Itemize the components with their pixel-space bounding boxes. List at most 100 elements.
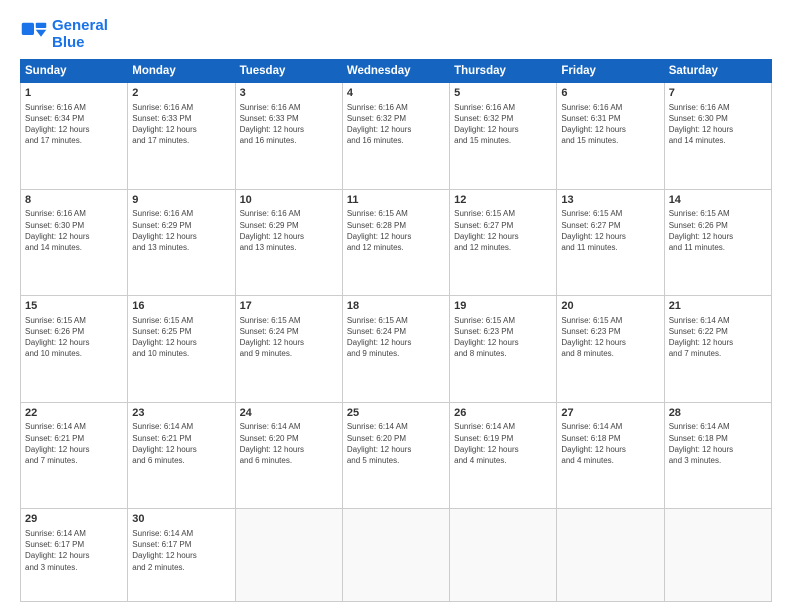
day-cell: 26Sunrise: 6:14 AM Sunset: 6:19 PM Dayli… — [450, 402, 557, 509]
day-cell: 5Sunrise: 6:16 AM Sunset: 6:32 PM Daylig… — [450, 83, 557, 190]
day-info: Sunrise: 6:15 AM Sunset: 6:23 PM Dayligh… — [561, 315, 659, 360]
day-info: Sunrise: 6:16 AM Sunset: 6:29 PM Dayligh… — [240, 208, 338, 253]
day-number: 23 — [132, 406, 230, 421]
day-number: 18 — [347, 299, 445, 314]
day-cell — [664, 509, 771, 602]
day-info: Sunrise: 6:16 AM Sunset: 6:30 PM Dayligh… — [25, 208, 123, 253]
day-number: 20 — [561, 299, 659, 314]
logo-icon — [20, 21, 48, 49]
day-info: Sunrise: 6:15 AM Sunset: 6:27 PM Dayligh… — [454, 208, 552, 253]
logo-text: General Blue — [52, 18, 108, 51]
day-number: 10 — [240, 193, 338, 208]
day-cell: 3Sunrise: 6:16 AM Sunset: 6:33 PM Daylig… — [235, 83, 342, 190]
header-wednesday: Wednesday — [342, 60, 449, 83]
header-thursday: Thursday — [450, 60, 557, 83]
day-cell — [557, 509, 664, 602]
day-info: Sunrise: 6:15 AM Sunset: 6:24 PM Dayligh… — [347, 315, 445, 360]
week-row-1: 1Sunrise: 6:16 AM Sunset: 6:34 PM Daylig… — [21, 83, 772, 190]
day-cell: 19Sunrise: 6:15 AM Sunset: 6:23 PM Dayli… — [450, 296, 557, 403]
day-cell: 24Sunrise: 6:14 AM Sunset: 6:20 PM Dayli… — [235, 402, 342, 509]
day-cell: 15Sunrise: 6:15 AM Sunset: 6:26 PM Dayli… — [21, 296, 128, 403]
day-cell — [450, 509, 557, 602]
day-number: 9 — [132, 193, 230, 208]
day-cell: 23Sunrise: 6:14 AM Sunset: 6:21 PM Dayli… — [128, 402, 235, 509]
day-number: 16 — [132, 299, 230, 314]
day-cell: 28Sunrise: 6:14 AM Sunset: 6:18 PM Dayli… — [664, 402, 771, 509]
day-info: Sunrise: 6:14 AM Sunset: 6:17 PM Dayligh… — [25, 528, 123, 573]
weekday-header-row: Sunday Monday Tuesday Wednesday Thursday… — [21, 60, 772, 83]
day-cell: 16Sunrise: 6:15 AM Sunset: 6:25 PM Dayli… — [128, 296, 235, 403]
day-info: Sunrise: 6:14 AM Sunset: 6:19 PM Dayligh… — [454, 421, 552, 466]
week-row-3: 15Sunrise: 6:15 AM Sunset: 6:26 PM Dayli… — [21, 296, 772, 403]
day-info: Sunrise: 6:14 AM Sunset: 6:21 PM Dayligh… — [25, 421, 123, 466]
day-number: 7 — [669, 86, 767, 101]
day-info: Sunrise: 6:16 AM Sunset: 6:34 PM Dayligh… — [25, 102, 123, 147]
day-info: Sunrise: 6:16 AM Sunset: 6:30 PM Dayligh… — [669, 102, 767, 147]
day-number: 12 — [454, 193, 552, 208]
day-cell: 20Sunrise: 6:15 AM Sunset: 6:23 PM Dayli… — [557, 296, 664, 403]
day-cell: 29Sunrise: 6:14 AM Sunset: 6:17 PM Dayli… — [21, 509, 128, 602]
header-saturday: Saturday — [664, 60, 771, 83]
day-info: Sunrise: 6:15 AM Sunset: 6:27 PM Dayligh… — [561, 208, 659, 253]
day-number: 4 — [347, 86, 445, 101]
day-info: Sunrise: 6:14 AM Sunset: 6:22 PM Dayligh… — [669, 315, 767, 360]
day-info: Sunrise: 6:16 AM Sunset: 6:32 PM Dayligh… — [454, 102, 552, 147]
day-number: 6 — [561, 86, 659, 101]
week-row-5: 29Sunrise: 6:14 AM Sunset: 6:17 PM Dayli… — [21, 509, 772, 602]
day-info: Sunrise: 6:16 AM Sunset: 6:32 PM Dayligh… — [347, 102, 445, 147]
day-number: 25 — [347, 406, 445, 421]
day-info: Sunrise: 6:14 AM Sunset: 6:20 PM Dayligh… — [240, 421, 338, 466]
calendar-table: Sunday Monday Tuesday Wednesday Thursday… — [20, 59, 772, 602]
day-info: Sunrise: 6:15 AM Sunset: 6:24 PM Dayligh… — [240, 315, 338, 360]
day-cell: 30Sunrise: 6:14 AM Sunset: 6:17 PM Dayli… — [128, 509, 235, 602]
day-info: Sunrise: 6:15 AM Sunset: 6:26 PM Dayligh… — [669, 208, 767, 253]
day-cell: 27Sunrise: 6:14 AM Sunset: 6:18 PM Dayli… — [557, 402, 664, 509]
day-number: 15 — [25, 299, 123, 314]
day-number: 17 — [240, 299, 338, 314]
day-cell: 22Sunrise: 6:14 AM Sunset: 6:21 PM Dayli… — [21, 402, 128, 509]
header-tuesday: Tuesday — [235, 60, 342, 83]
day-cell: 12Sunrise: 6:15 AM Sunset: 6:27 PM Dayli… — [450, 189, 557, 296]
week-row-4: 22Sunrise: 6:14 AM Sunset: 6:21 PM Dayli… — [21, 402, 772, 509]
day-cell — [342, 509, 449, 602]
day-cell: 13Sunrise: 6:15 AM Sunset: 6:27 PM Dayli… — [557, 189, 664, 296]
day-info: Sunrise: 6:15 AM Sunset: 6:28 PM Dayligh… — [347, 208, 445, 253]
header: General Blue — [20, 18, 772, 51]
day-cell: 9Sunrise: 6:16 AM Sunset: 6:29 PM Daylig… — [128, 189, 235, 296]
day-number: 26 — [454, 406, 552, 421]
day-number: 24 — [240, 406, 338, 421]
day-number: 28 — [669, 406, 767, 421]
day-number: 27 — [561, 406, 659, 421]
day-number: 22 — [25, 406, 123, 421]
day-info: Sunrise: 6:14 AM Sunset: 6:17 PM Dayligh… — [132, 528, 230, 573]
day-info: Sunrise: 6:14 AM Sunset: 6:21 PM Dayligh… — [132, 421, 230, 466]
day-number: 29 — [25, 512, 123, 527]
day-number: 1 — [25, 86, 123, 101]
day-cell: 21Sunrise: 6:14 AM Sunset: 6:22 PM Dayli… — [664, 296, 771, 403]
day-cell: 14Sunrise: 6:15 AM Sunset: 6:26 PM Dayli… — [664, 189, 771, 296]
day-cell: 10Sunrise: 6:16 AM Sunset: 6:29 PM Dayli… — [235, 189, 342, 296]
day-number: 30 — [132, 512, 230, 527]
day-cell — [235, 509, 342, 602]
day-info: Sunrise: 6:14 AM Sunset: 6:20 PM Dayligh… — [347, 421, 445, 466]
day-info: Sunrise: 6:14 AM Sunset: 6:18 PM Dayligh… — [669, 421, 767, 466]
day-info: Sunrise: 6:15 AM Sunset: 6:25 PM Dayligh… — [132, 315, 230, 360]
day-cell: 8Sunrise: 6:16 AM Sunset: 6:30 PM Daylig… — [21, 189, 128, 296]
day-number: 3 — [240, 86, 338, 101]
day-cell: 6Sunrise: 6:16 AM Sunset: 6:31 PM Daylig… — [557, 83, 664, 190]
day-info: Sunrise: 6:16 AM Sunset: 6:33 PM Dayligh… — [132, 102, 230, 147]
day-info: Sunrise: 6:15 AM Sunset: 6:26 PM Dayligh… — [25, 315, 123, 360]
day-number: 19 — [454, 299, 552, 314]
day-number: 13 — [561, 193, 659, 208]
header-friday: Friday — [557, 60, 664, 83]
day-info: Sunrise: 6:14 AM Sunset: 6:18 PM Dayligh… — [561, 421, 659, 466]
day-cell: 7Sunrise: 6:16 AM Sunset: 6:30 PM Daylig… — [664, 83, 771, 190]
day-cell: 4Sunrise: 6:16 AM Sunset: 6:32 PM Daylig… — [342, 83, 449, 190]
page: General Blue Sunday Monday Tuesday Wedne… — [0, 0, 792, 612]
day-cell: 1Sunrise: 6:16 AM Sunset: 6:34 PM Daylig… — [21, 83, 128, 190]
day-info: Sunrise: 6:15 AM Sunset: 6:23 PM Dayligh… — [454, 315, 552, 360]
day-number: 21 — [669, 299, 767, 314]
header-monday: Monday — [128, 60, 235, 83]
day-cell: 17Sunrise: 6:15 AM Sunset: 6:24 PM Dayli… — [235, 296, 342, 403]
day-number: 11 — [347, 193, 445, 208]
